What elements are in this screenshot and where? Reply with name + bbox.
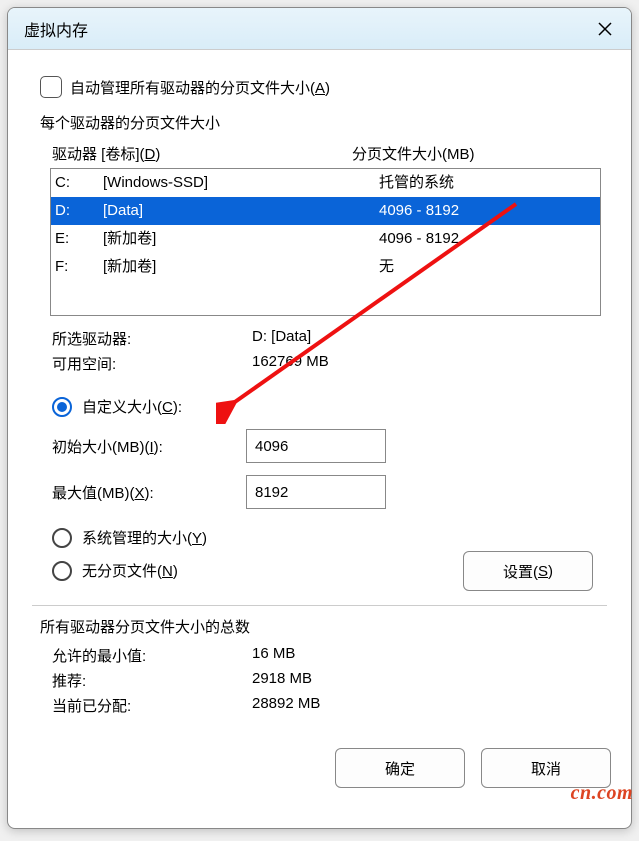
max-size-label: 最大值(MB)(X): — [52, 482, 246, 503]
allocated-label: 当前已分配: — [52, 695, 252, 716]
titlebar: 虚拟内存 — [8, 8, 631, 50]
totals-heading: 所有驱动器分页文件大小的总数 — [32, 614, 607, 643]
auto-manage-label: 自动管理所有驱动器的分页文件大小(A) — [70, 77, 330, 98]
no-paging-label: 无分页文件(N) — [82, 560, 178, 581]
drive-list-header: 驱动器 [卷标](D) 分页文件大小(MB) — [32, 139, 607, 168]
drive-label: [Data] — [103, 199, 379, 223]
min-allowed-label: 允许的最小值: — [52, 645, 252, 666]
drive-list[interactable]: C: [Windows-SSD] 托管的系统 D: [Data] 4096 - … — [50, 168, 601, 316]
close-button[interactable] — [589, 13, 621, 45]
no-paging-radio[interactable] — [52, 561, 72, 581]
header-drive: 驱动器 [卷标](D) — [52, 143, 352, 164]
virtual-memory-dialog: 虚拟内存 自动管理所有驱动器的分页文件大小(A) 每个驱动器的分页文件大小 驱动… — [7, 7, 632, 829]
selected-drive-label: 所选驱动器: — [52, 328, 252, 349]
drive-row[interactable]: F: [新加卷] 无 — [51, 253, 600, 281]
free-space-label: 可用空间: — [52, 353, 252, 374]
ok-button[interactable]: 确定 — [335, 748, 465, 788]
drive-size: 4096 - 8192 — [379, 199, 600, 223]
recommended-value: 2918 MB — [252, 670, 312, 691]
system-managed-radio[interactable] — [52, 528, 72, 548]
drive-letter: C: — [55, 171, 103, 195]
drive-letter: E: — [55, 227, 103, 251]
system-managed-label: 系统管理的大小(Y) — [82, 527, 207, 548]
allocated-value: 28892 MB — [252, 695, 320, 716]
auto-manage-row[interactable]: 自动管理所有驱动器的分页文件大小(A) — [40, 76, 607, 98]
separator — [32, 605, 607, 606]
drive-size: 托管的系统 — [379, 171, 600, 195]
system-managed-radio-row[interactable]: 系统管理的大小(Y) — [32, 521, 607, 554]
initial-size-input[interactable] — [246, 429, 386, 463]
drive-row[interactable]: E: [新加卷] 4096 - 8192 — [51, 225, 600, 253]
header-size: 分页文件大小(MB) — [352, 143, 475, 164]
drive-size: 4096 - 8192 — [379, 227, 600, 251]
custom-size-radio-row[interactable]: 自定义大小(C): — [32, 390, 607, 423]
drive-letter: F: — [55, 255, 103, 279]
dialog-footer: 确定 取消 — [8, 734, 631, 806]
per-drive-label: 每个驱动器的分页文件大小 — [40, 112, 607, 133]
recommended-label: 推荐: — [52, 670, 252, 691]
custom-size-radio[interactable] — [52, 397, 72, 417]
window-title: 虚拟内存 — [24, 17, 589, 41]
custom-size-label: 自定义大小(C): — [82, 396, 182, 417]
auto-manage-checkbox[interactable] — [40, 76, 62, 98]
free-space-value: 162769 MB — [252, 353, 329, 374]
drive-letter: D: — [55, 199, 103, 223]
max-size-input[interactable] — [246, 475, 386, 509]
initial-size-label: 初始大小(MB)(I): — [52, 436, 246, 457]
close-icon — [598, 22, 612, 36]
drive-label: [新加卷] — [103, 255, 379, 279]
drive-row[interactable]: D: [Data] 4096 - 8192 — [51, 197, 600, 225]
selected-drive-value: D: [Data] — [252, 328, 311, 349]
watermark: cn.com — [571, 782, 633, 805]
drive-label: [Windows-SSD] — [103, 171, 379, 195]
drive-label: [新加卷] — [103, 227, 379, 251]
set-button[interactable]: 设置(S) — [463, 551, 593, 591]
min-allowed-value: 16 MB — [252, 645, 295, 666]
drive-size: 无 — [379, 255, 600, 279]
drive-row[interactable]: C: [Windows-SSD] 托管的系统 — [51, 169, 600, 197]
